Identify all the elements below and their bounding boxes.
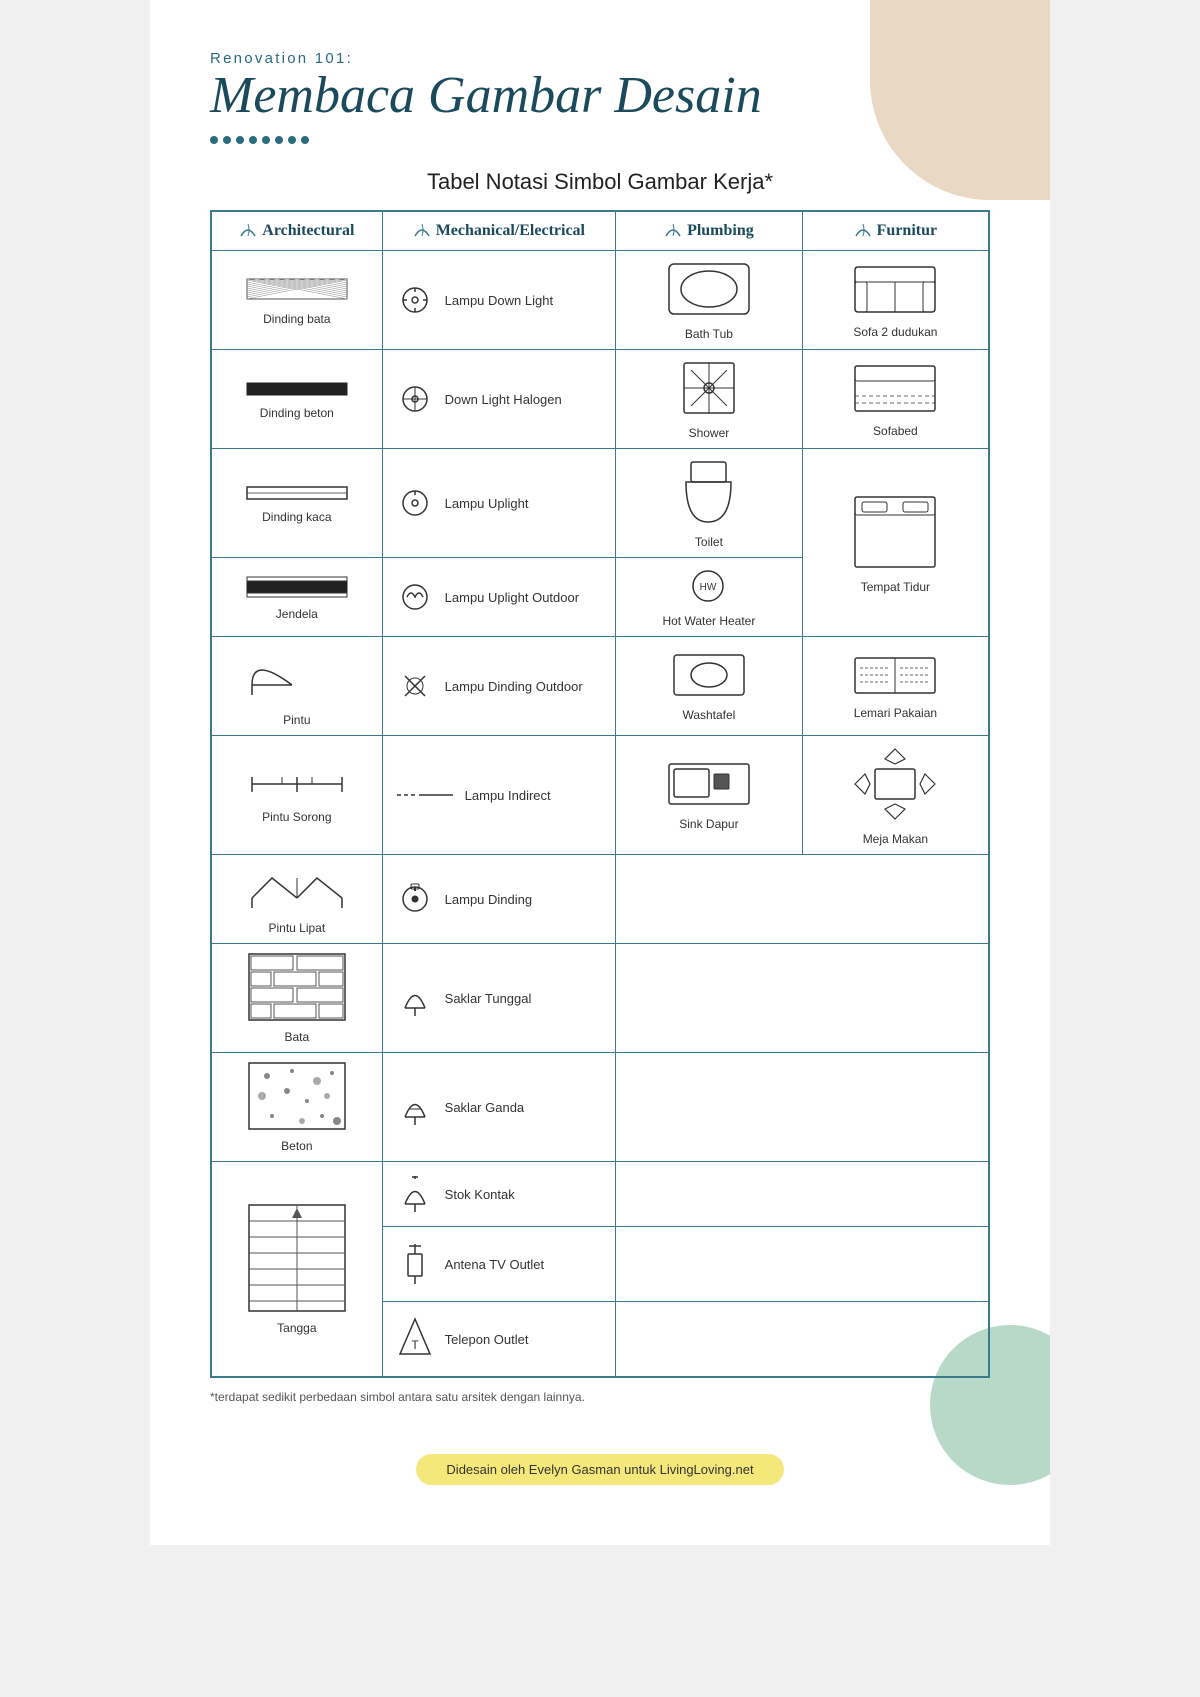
furn-cell-meja-makan: Meja Makan [802, 736, 989, 855]
arch-cell-beton: Beton [211, 1053, 382, 1162]
arch-cell-pintu-lipat: Pintu Lipat [211, 855, 382, 944]
svg-text:HW: HW [700, 582, 717, 593]
col-furn-header: Furnitur [802, 211, 989, 251]
arch-cell-tangga: Tangga [211, 1162, 382, 1378]
renovation-label: Renovation 101: [210, 50, 990, 67]
plumb-cell-shower: Shower [616, 350, 803, 449]
table-row: Pintu Sorong Lampu Indirect [211, 736, 989, 855]
table-row: Pintu Lampu Dinding Outdoor [211, 637, 989, 736]
table-row: Bata Saklar Tunggal [211, 944, 989, 1053]
empty-cell [616, 944, 989, 1053]
mech-cell-lampu-dinding-outdoor: Lampu Dinding Outdoor [382, 637, 615, 736]
table-row: Pintu Lipat Lampu Dinding [211, 855, 989, 944]
mech-cell-antena: Antena TV Outlet [382, 1227, 615, 1302]
mech-cell-lampu-uplight-outdoor: Lampu Uplight Outdoor [382, 558, 615, 637]
arch-cell-dinding-kaca: Dinding kaca [211, 449, 382, 558]
furn-cell-sofa2: Sofa 2 dudukan [802, 251, 989, 350]
empty-cell [616, 1053, 989, 1162]
mech-cell-lampu-dinding: Lampu Dinding [382, 855, 615, 944]
plumb-cell-bathtub: Bath Tub [616, 251, 803, 350]
mech-cell-saklar-tunggal: Saklar Tunggal [382, 944, 615, 1053]
mech-cell-lampu-uplight: Lampu Uplight [382, 449, 615, 558]
table-row: Dinding beton Down Light Halogen [211, 350, 989, 449]
svg-text:T: T [411, 1338, 419, 1352]
plumb-furn-empty [616, 855, 989, 944]
table-title: Tabel Notasi Simbol Gambar Kerja* [210, 169, 990, 195]
plumb-cell-hot-water: HW Hot Water Heater [616, 558, 803, 637]
col-plumb-header: Plumbing [616, 211, 803, 251]
furn-cell-lemari: Lemari Pakaian [802, 637, 989, 736]
col-mech-header: Mechanical/Electrical [382, 211, 615, 251]
footer-bar: Didesain oleh Evelyn Gasman untuk Living… [416, 1454, 783, 1485]
arch-cell-dinding-bata: Dinding bata [211, 251, 382, 350]
mech-cell-downlight-halogen: Down Light Halogen [382, 350, 615, 449]
empty-cell [616, 1227, 989, 1302]
table-row: Dinding kaca Lampu Uplight [211, 449, 989, 558]
dots-decoration [210, 136, 990, 144]
table-row: Tangga Stok Kontak [211, 1162, 989, 1227]
furn-cell-tempat-tidur: Tempat Tidur [802, 449, 989, 637]
page-title: Membaca Gambar Desain [210, 67, 990, 124]
mech-cell-saklar-ganda: Saklar Ganda [382, 1053, 615, 1162]
table-row: Dinding bata Lampu [211, 251, 989, 350]
col-arch-header: Architectural [211, 211, 382, 251]
mech-cell-downlight: Lampu Down Light [382, 251, 615, 350]
footnote: *terdapat sedikit perbedaan simbol antar… [210, 1390, 990, 1404]
symbol-table: Architectural Mechanical/Electrical Plum… [210, 210, 990, 1378]
arch-cell-jendela: Jendela [211, 558, 382, 637]
mech-cell-telepon: T Telepon Outlet [382, 1302, 615, 1378]
arch-cell-pintu: Pintu [211, 637, 382, 736]
plumb-cell-sink-dapur: Sink Dapur [616, 736, 803, 855]
empty-cell [616, 1302, 989, 1378]
header: Renovation 101: Membaca Gambar Desain [210, 50, 990, 144]
arch-cell-dinding-beton: Dinding beton [211, 350, 382, 449]
plumb-cell-toilet: Toilet [616, 449, 803, 558]
empty-cell [616, 1162, 989, 1227]
arch-cell-bata: Bata [211, 944, 382, 1053]
mech-cell-stok-kontak: Stok Kontak [382, 1162, 615, 1227]
furn-cell-sofabed: Sofabed [802, 350, 989, 449]
mech-cell-lampu-indirect: Lampu Indirect [382, 736, 615, 855]
plumb-cell-washtafel: Washtafel [616, 637, 803, 736]
table-row: Beton Saklar Ganda [211, 1053, 989, 1162]
arch-cell-pintu-sorong: Pintu Sorong [211, 736, 382, 855]
